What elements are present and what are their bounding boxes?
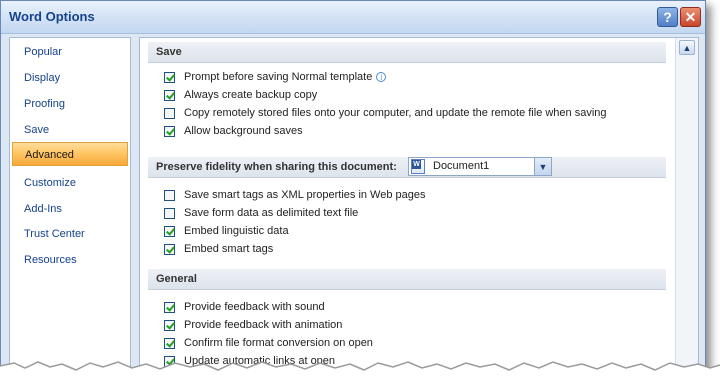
sidebar-item-trust-center[interactable]: Trust Center [12,222,128,246]
document-select-value: Document1 [433,160,490,172]
option-smart-tags-xml[interactable]: Save smart tags as XML properties in Web… [164,187,426,203]
advanced-options-panel: Save Prompt before saving Normal templat… [139,37,699,377]
help-button[interactable]: ? [657,7,678,27]
option-label: Copy remotely stored files onto your com… [184,107,607,119]
sidebar-item-add-ins[interactable]: Add-Ins [12,197,128,221]
checkbox[interactable] [164,89,175,101]
word-options-dialog: Word Options ? ✕ Popular Display Proofin… [0,0,706,388]
section-header-save: Save [148,42,666,63]
chevron-up-icon[interactable]: ▲ [679,40,695,55]
option-form-data-text[interactable]: Save form data as delimited text file [164,205,358,221]
option-feedback-sound[interactable]: Provide feedback with sound [164,299,325,315]
option-label: Always create backup copy [184,89,318,101]
section-header-general: General [148,269,666,290]
vertical-scrollbar[interactable]: ▲ [675,38,698,376]
option-label: Embed linguistic data [184,225,289,237]
close-icon: ✕ [684,8,697,25]
option-label: Provide feedback with animation [184,319,343,331]
checkbox[interactable] [164,189,175,201]
option-always-backup[interactable]: Always create backup copy [164,87,317,103]
checkbox[interactable] [164,319,175,331]
option-feedback-animation[interactable]: Provide feedback with animation [164,317,342,333]
info-icon[interactable]: i [376,72,387,82]
word-document-icon [411,159,425,174]
checkbox[interactable] [164,125,175,137]
checkbox[interactable] [164,71,175,83]
option-label: Allow background saves [184,125,303,137]
help-icon: ? [663,9,672,25]
option-embed-smart-tags[interactable]: Embed smart tags [164,241,273,257]
sidebar-item-display[interactable]: Display [12,66,128,90]
checkbox[interactable] [164,243,175,255]
document-select[interactable]: Document1 ▼ [408,157,552,176]
checkbox[interactable] [164,207,175,219]
option-label: Embed smart tags [184,243,274,255]
torn-edge-effect [0,361,720,388]
chevron-down-icon[interactable]: ▼ [534,158,551,175]
sidebar-item-proofing[interactable]: Proofing [12,92,128,116]
option-embed-linguistic[interactable]: Embed linguistic data [164,223,289,239]
option-label: Provide feedback with sound [184,301,325,313]
option-background-saves[interactable]: Allow background saves [164,123,303,139]
section-header-fidelity: Preserve fidelity when sharing this docu… [148,157,666,178]
checkbox[interactable] [164,107,175,119]
option-copy-remote-files[interactable]: Copy remotely stored files onto your com… [164,105,607,121]
sidebar-item-customize[interactable]: Customize [12,171,128,195]
sidebar-item-resources[interactable]: Resources [12,248,128,272]
checkbox[interactable] [164,337,175,349]
option-label: Save form data as delimited text file [184,207,359,219]
option-prompt-normal-template[interactable]: Prompt before saving Normal template i [164,69,387,85]
option-label: Confirm file format conversion on open [184,337,373,349]
sidebar-item-save[interactable]: Save [12,118,128,142]
checkbox[interactable] [164,301,175,313]
option-confirm-format-conversion[interactable]: Confirm file format conversion on open [164,335,373,351]
title-bar: Word Options ? ✕ [1,1,705,34]
option-label: Save smart tags as XML properties in Web… [184,189,426,201]
sidebar-item-advanced[interactable]: Advanced [12,142,128,166]
window-title: Word Options [9,9,95,24]
checkbox[interactable] [164,225,175,237]
option-label: Prompt before saving Normal template [184,71,373,83]
options-sidebar: Popular Display Proofing Save Advanced C… [9,37,131,377]
close-button[interactable]: ✕ [680,7,701,27]
sidebar-item-popular[interactable]: Popular [12,40,128,64]
